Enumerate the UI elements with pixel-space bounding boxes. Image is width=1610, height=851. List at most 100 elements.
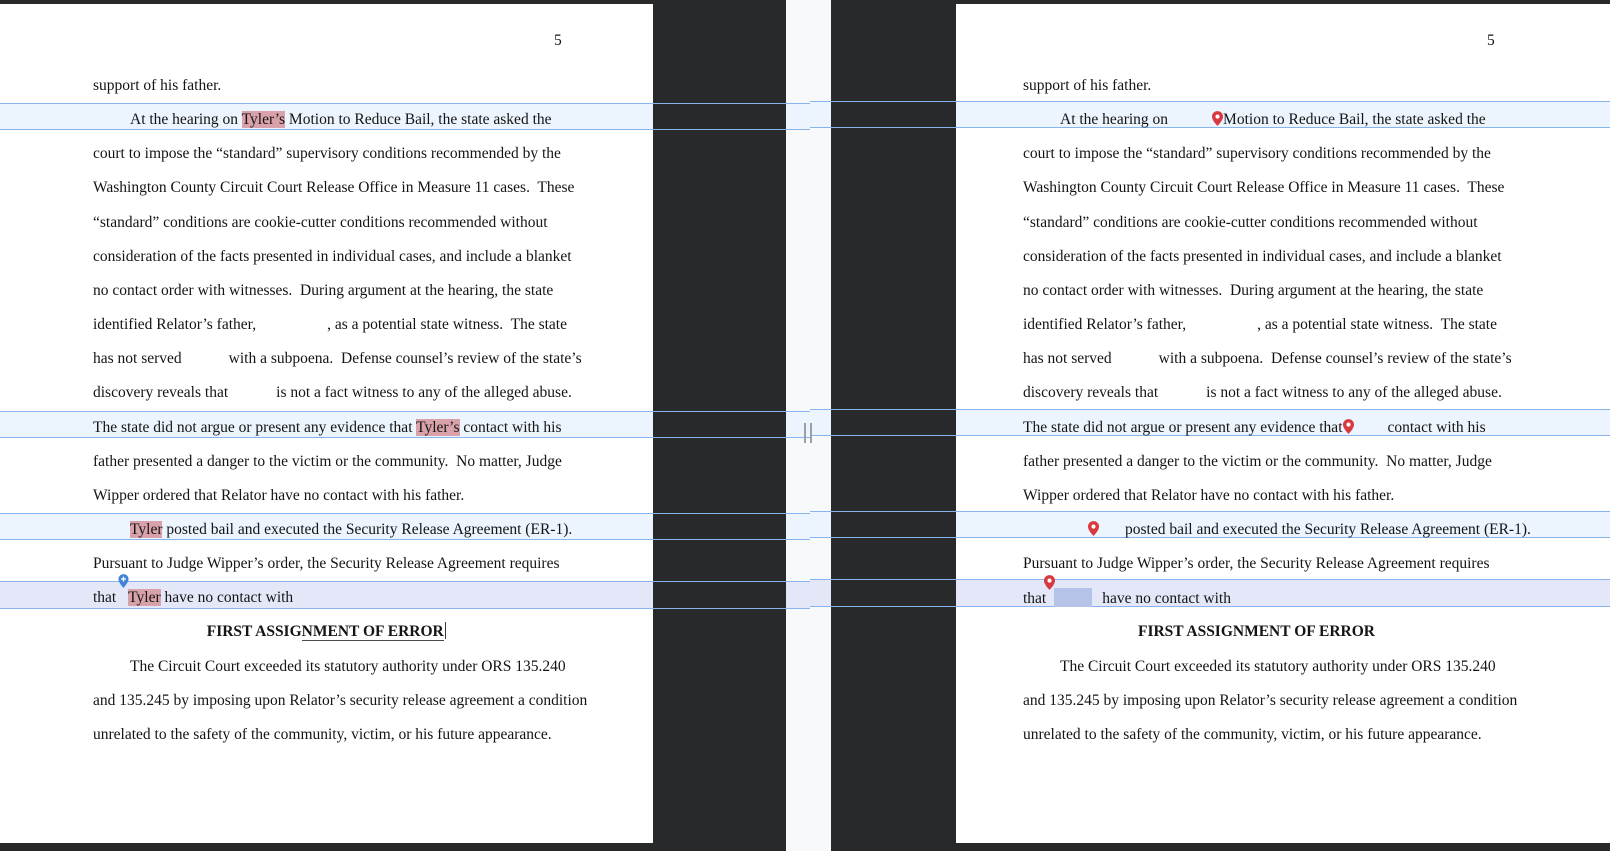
line-text: At the hearing on [1060, 111, 1169, 128]
line-text: court to impose the “standard” superviso… [93, 145, 561, 162]
line-text: FIRST ASSIG [206, 623, 302, 640]
line-text: have no contact with [160, 589, 294, 606]
line-text: identified Relator’s father, [93, 316, 257, 333]
name-highlight[interactable]: Tyler’s [416, 419, 460, 436]
document-line: father presented a danger to the victim … [1023, 452, 1492, 472]
line-text: support of his father. [1023, 77, 1152, 94]
line-text: discovery reveals that [93, 384, 229, 401]
document-line: Washington County Circuit Court Release … [1023, 178, 1504, 198]
document-line: no contact order with witnesses. During … [93, 281, 553, 301]
line-text: consideration of the facts presented in … [1023, 248, 1502, 265]
document-line: no contact order with witnesses. During … [1023, 281, 1483, 301]
line-text: unrelated to the safety of the community… [1023, 726, 1482, 743]
left-page-text: support of his father. At the hearing on … [0, 0, 653, 851]
line-text: that [1023, 590, 1047, 607]
document-line: The state did not argue or present any e… [1023, 418, 1486, 438]
document-line: The state did not argue or present any e… [93, 418, 562, 438]
document-line: identified Relator’s father, , as a poten… [93, 315, 567, 335]
document-line: “standard” conditions are cookie-cutter … [1023, 213, 1478, 233]
line-text: contact with his [1387, 419, 1486, 436]
document-line: support of his father. [93, 76, 221, 96]
line-text: father presented a danger to the victim … [1023, 453, 1492, 470]
line-text: has not served [93, 350, 182, 367]
splitter-handle-icon[interactable] [804, 423, 812, 443]
line-text: Pursuant to Judge Wipper’s order, the Se… [93, 555, 560, 572]
document-line: that have no contact with [1023, 575, 1231, 609]
document-line: consideration of the facts presented in … [1023, 247, 1502, 267]
line-text: Pursuant to Judge Wipper’s order, the Se… [1023, 555, 1490, 572]
document-line: FIRST ASSIGNMENT OF ERROR [93, 622, 560, 642]
line-text: posted bail and executed the Security Re… [162, 521, 573, 538]
line-text: unrelated to the safety of the community… [93, 726, 552, 743]
map-pin-icon[interactable] [1212, 110, 1224, 130]
line-text: court to impose the “standard” superviso… [1023, 145, 1491, 162]
document-line: and 135.245 by imposing upon Relator’s s… [1023, 691, 1517, 711]
document-line: has not served with a subpoena. Defense c… [93, 349, 582, 369]
line-text: The state did not argue or present any e… [93, 419, 417, 436]
line-text: The Circuit Court exceeded its statutory… [1060, 658, 1496, 675]
name-highlight[interactable]: Tyler’s [241, 111, 286, 128]
document-line: court to impose the “standard” superviso… [1023, 144, 1491, 164]
page-number: 5 [1487, 32, 1495, 49]
document-line: Pursuant to Judge Wipper’s order, the Se… [1023, 554, 1490, 574]
line-text: with a subpoena. Defense counsel’s revie… [228, 350, 582, 367]
document-line: Wipper ordered that Relator have no cont… [93, 486, 464, 506]
line-text: has not served [1023, 350, 1112, 367]
line-text: father presented a danger to the victim … [93, 453, 562, 470]
line-text: Washington County Circuit Court Release … [93, 179, 575, 196]
line-text: The state did not argue or present any e… [1023, 419, 1343, 436]
line-text: Motion to Reduce Bail, the state asked t… [285, 111, 552, 128]
line-text: no contact order with witnesses. During … [1023, 282, 1484, 299]
document-line: has not served with a subpoena. Defense c… [1023, 349, 1512, 369]
line-text: Washington County Circuit Court Release … [1023, 179, 1505, 196]
map-pin-icon[interactable] [1088, 520, 1099, 540]
document-line: posted bail and executed the Security Re… [1060, 520, 1531, 540]
name-highlight[interactable]: Tyler [130, 521, 163, 538]
document-line: court to impose the “standard” superviso… [93, 144, 561, 164]
line-text: posted bail and executed the Security Re… [1125, 521, 1531, 538]
underlined-heading-text: NMENT OF ERROR [301, 623, 444, 641]
line-text: consideration of the facts presented in … [93, 248, 572, 265]
map-pin-icon[interactable] [1342, 418, 1354, 438]
line-text: identified Relator’s father, [1023, 316, 1187, 333]
document-line: father presented a danger to the victim … [93, 452, 562, 472]
line-text: contact with his [459, 419, 562, 436]
document-line: consideration of the facts presented in … [93, 247, 572, 267]
line-text: is not a fact witness to any of the alle… [1206, 384, 1502, 401]
document-line: support of his father. [1023, 76, 1151, 96]
document-line: The Circuit Court exceeded its statutory… [1060, 657, 1496, 677]
document-line: unrelated to the safety of the community… [93, 725, 552, 745]
line-text: Wipper ordered that Relator have no cont… [93, 487, 465, 504]
document-line: “standard” conditions are cookie-cutter … [93, 213, 548, 233]
document-line: Wipper ordered that Relator have no cont… [1023, 486, 1394, 506]
line-text: is not a fact witness to any of the alle… [276, 384, 572, 401]
line-text: support of his father. [93, 77, 222, 94]
line-text: and 135.245 by imposing upon Relator’s s… [1023, 692, 1518, 709]
line-text: FIRST ASSIGNMENT OF ERROR [1137, 623, 1375, 640]
line-text: At the hearing on [130, 111, 242, 128]
line-text: with a subpoena. Defense counsel’s revie… [1158, 350, 1512, 367]
line-text: discovery reveals that [1023, 384, 1159, 401]
document-line: Tyler posted bail and executed the Secur… [130, 520, 572, 540]
line-text: Wipper ordered that Relator have no cont… [1023, 487, 1395, 504]
document-line: unrelated to the safety of the community… [1023, 725, 1482, 745]
document-line: identified Relator’s father, , as a poten… [1023, 315, 1497, 335]
line-text: “standard” conditions are cookie-cutter … [93, 214, 548, 231]
line-text: and 135.245 by imposing upon Relator’s s… [93, 692, 588, 709]
page-number: 5 [554, 32, 562, 49]
line-text: have no contact with [1102, 590, 1231, 607]
line-text: that [93, 589, 121, 606]
right-page-text: support of his father. At the hearing on M… [956, 0, 1610, 851]
document-line: The Circuit Court exceeded its statutory… [130, 657, 566, 677]
document-line: Pursuant to Judge Wipper’s order, the Se… [93, 554, 560, 574]
line-text: Motion to Reduce Bail, the state asked t… [1223, 111, 1486, 128]
redaction-box[interactable] [1054, 588, 1093, 607]
document-line: that Tyler have no contact with [93, 574, 294, 608]
document-line: discovery reveals that is not a fact witn… [93, 383, 572, 403]
line-text: , as a potential state witness. The stat… [327, 316, 567, 333]
line-text: “standard” conditions are cookie-cutter … [1023, 214, 1478, 231]
document-line: FIRST ASSIGNMENT OF ERROR [1023, 622, 1490, 642]
document-line: Washington County Circuit Court Release … [93, 178, 574, 198]
line-text: no contact order with witnesses. During … [93, 282, 554, 299]
name-highlight[interactable]: Tyler [128, 589, 161, 606]
